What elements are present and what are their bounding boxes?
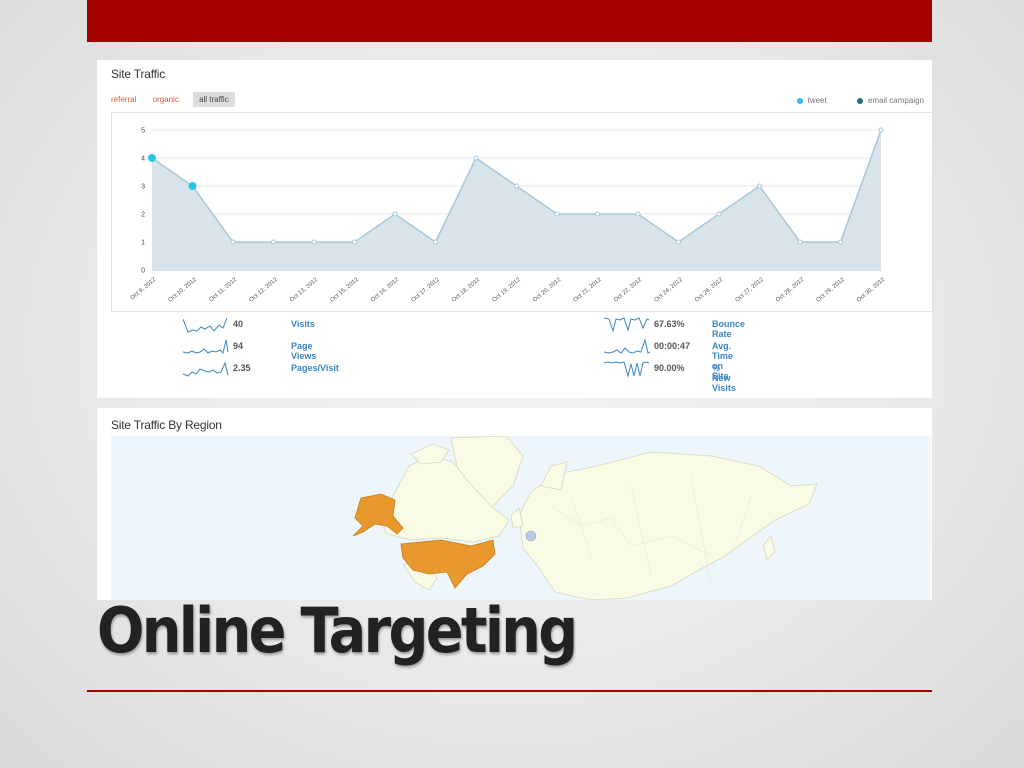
- region-panel-title: Site Traffic By Region: [111, 418, 222, 432]
- data-point: [838, 239, 843, 245]
- pages-visit-label[interactable]: Pages/Visit: [291, 363, 339, 373]
- email-campaign-dot-icon: [856, 97, 863, 104]
- traffic-filter-tabs: referral organic all traffic: [111, 92, 249, 107]
- filter-organic[interactable]: organic: [153, 95, 179, 104]
- x-tick-label: Oct 30, 2012: [856, 277, 887, 304]
- visits-sparkline-icon: [183, 317, 228, 333]
- x-tick-label: Oct 26, 2012: [694, 277, 725, 304]
- x-tick-label: Oct 22, 2012: [613, 277, 644, 304]
- tweet-point[interactable]: [188, 182, 197, 190]
- data-point: [392, 211, 398, 217]
- traffic-chart-box: 0 1 2 3 4 5 Oct 9, 2012 Oct 10, 2012 Oct 11, 201…: [111, 112, 933, 312]
- legend-tweet[interactable]: tweet: [796, 96, 827, 105]
- x-tick-label: Oct 24, 2012: [654, 277, 685, 304]
- data-point: [635, 211, 641, 217]
- data-point: [473, 155, 479, 161]
- data-point: [352, 239, 357, 245]
- x-tick-label: Oct 21, 2012: [573, 277, 604, 304]
- x-tick-label: Oct 16, 2012: [370, 277, 401, 304]
- site-traffic-by-region-panel: Site Traffic By Region: [97, 408, 932, 600]
- pages-visit-sparkline-icon: [183, 361, 229, 377]
- data-point: [514, 183, 519, 189]
- data-point: [595, 211, 600, 217]
- data-point: [716, 211, 722, 217]
- top-accent-bar: [87, 0, 932, 42]
- bounce-rate-label[interactable]: Bounce Rate: [712, 319, 745, 339]
- avg-time-sparkline-icon: [604, 338, 650, 354]
- visits-value: 40: [233, 319, 244, 329]
- x-tick-label: Oct 18, 2012: [451, 277, 482, 304]
- data-point: [878, 127, 884, 133]
- page-views-value: 94: [233, 341, 244, 351]
- japan-shape: [762, 535, 776, 561]
- x-tick-label: Oct 17, 2012: [411, 277, 442, 304]
- avg-time-value: 00:00:47: [654, 341, 691, 351]
- x-tick-label: Oct 29, 2012: [816, 277, 847, 304]
- x-tick-label: Oct 13, 2012: [289, 277, 320, 304]
- world-map[interactable]: [111, 436, 931, 600]
- page-views-label[interactable]: Page Views: [291, 341, 316, 361]
- data-point: [797, 239, 803, 245]
- site-traffic-title: Site Traffic: [111, 67, 166, 81]
- new-visits-value: 90.00%: [654, 363, 685, 373]
- bounce-rate-sparkline-icon: [604, 317, 650, 333]
- data-point: [230, 239, 236, 245]
- data-point: [311, 239, 317, 245]
- data-point: [757, 183, 762, 189]
- y-tick-label: 2: [141, 212, 145, 219]
- pages-visit-value: 2.35: [233, 363, 251, 373]
- data-point: [676, 239, 681, 245]
- data-point: [433, 239, 438, 245]
- data-point: [271, 239, 276, 245]
- y-tick-label: 3: [141, 184, 145, 191]
- x-tick-label: Oct 9, 2012: [130, 277, 158, 302]
- x-tick-label: Oct 11, 2012: [208, 277, 238, 304]
- tweet-point[interactable]: [148, 154, 156, 162]
- tweet-dot-icon: [796, 97, 803, 104]
- traffic-area-fill: [152, 130, 881, 270]
- site-traffic-panel: Site Traffic referral organic all traffi…: [97, 60, 933, 398]
- filter-all-traffic[interactable]: all traffic: [193, 92, 235, 107]
- legend-email-campaign-label: email campaign: [867, 96, 924, 105]
- new-visits-sparkline-icon: [604, 361, 650, 378]
- europe-marker: [525, 530, 537, 542]
- chart-legend: tweet email campaign: [769, 96, 924, 105]
- slide-title: Online Targeting: [97, 594, 578, 667]
- data-point: [554, 211, 560, 217]
- legend-email-campaign[interactable]: email campaign: [856, 96, 924, 105]
- x-tick-label: Oct 20, 2012: [532, 277, 563, 304]
- new-visits-label[interactable]: % New Visits: [712, 363, 736, 393]
- y-tick-label: 0: [141, 268, 145, 275]
- filter-referral[interactable]: referral: [111, 95, 136, 104]
- x-tick-label: Oct 12, 2012: [249, 277, 280, 304]
- x-tick-label: Oct 27, 2012: [735, 277, 766, 304]
- x-tick-label: Oct 15, 2012: [330, 277, 361, 304]
- y-tick-label: 4: [141, 156, 145, 163]
- legend-tweet-label: tweet: [807, 96, 827, 105]
- y-tick-label: 5: [141, 128, 145, 135]
- y-tick-label: 1: [141, 240, 145, 247]
- traffic-line-chart: 0 1 2 3 4 5 Oct 9, 2012 Oct 10, 2012 Oct 11, 201…: [130, 127, 887, 304]
- x-tick-label: Oct 28, 2012: [775, 277, 806, 304]
- visits-label[interactable]: Visits: [291, 319, 315, 329]
- page-views-sparkline-icon: [183, 339, 229, 354]
- x-tick-label: Oct 19, 2012: [492, 277, 523, 304]
- title-underline: [87, 690, 932, 692]
- bounce-rate-value: 67.63%: [654, 319, 685, 329]
- world-map-graphic: [352, 436, 818, 600]
- x-tick-label: Oct 10, 2012: [168, 277, 199, 304]
